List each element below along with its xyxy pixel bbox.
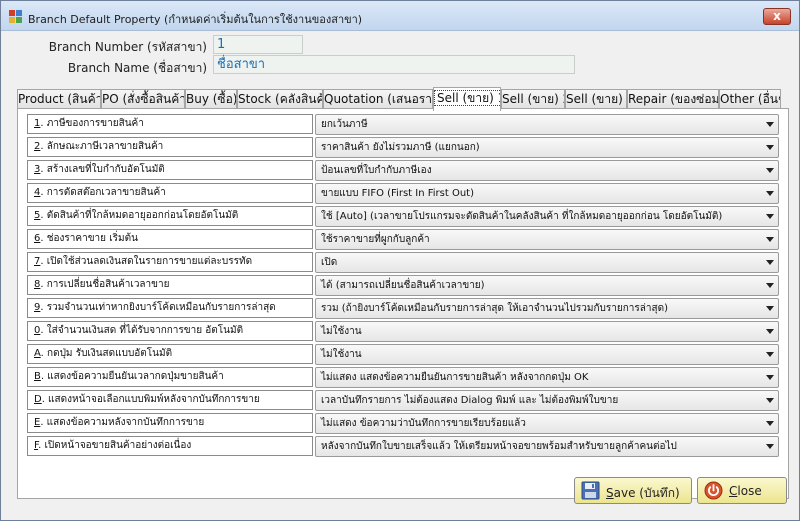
branch-name-label: Branch Name (ชื่อสาขา) [67,61,207,75]
chevron-down-icon [766,260,774,265]
setting-label-auto-cash-amount: 0. ใส่จำนวนเงินสด ที่ได้รับจากการขาย อัต… [27,321,313,341]
setting-label-merge-barcode: 9. รวมจำนวนเท่าหากยิงบาร์โค้ดเหมือนกับรา… [27,298,313,318]
chevron-down-icon [766,168,774,173]
save-button[interactable]: Save (บันทึก) [574,477,692,504]
setting-select-tax-type[interactable]: ราคาสินค้า ยังไม่รวมภาษี (แยกนอก) [315,137,779,158]
chevron-down-icon [766,421,774,426]
floppy-disk-icon [581,481,600,500]
setting-label-sales-tax: 1. ภาษีของการขายสินค้า [27,114,313,134]
setting-select-auto-cash-amount[interactable]: ไม่ใช้งาน [315,321,779,342]
setting-select-auto-receive-cash[interactable]: ไม่ใช้งาน [315,344,779,365]
setting-label-after-save-message: E. แสดงข้อความหลังจากบันทึกการขาย [27,413,313,433]
title-bar: Branch Default Property (กำหนดค่าเริ่มต้… [1,1,799,31]
setting-label-default-price: 6. ช่องราคาขาย เริ่มต้น [27,229,313,249]
tab-product[interactable]: Product (สินค้า) [17,89,101,109]
chevron-down-icon [766,352,774,357]
window-close-button[interactable]: x [763,8,791,25]
setting-select-rename-product[interactable]: ได้ (สามารถเปลี่ยนชื่อสินค้าเวลาขาย) [315,275,779,296]
setting-select-confirm-message[interactable]: ไม่แสดง แสดงข้อความยืนยันการขายสินค้า หล… [315,367,779,388]
setting-label-expiry-first: 5. ตัดสินค้าที่ใกล้หมดอายุออกก่อนโดยอัตโ… [27,206,313,226]
chevron-down-icon [766,214,774,219]
tab-stock[interactable]: Stock (คลังสินค้า) [237,89,323,109]
chevron-down-icon [766,375,774,380]
setting-label-tax-type: 2. ลักษณะภาษีเวลาขายสินค้า [27,137,313,157]
save-button-label: Save (บันทึก) [606,486,680,500]
chevron-down-icon [766,145,774,150]
branch-name-field: ชื่อสาขา [213,55,575,74]
setting-select-sales-tax[interactable]: ยกเว้นภาษี [315,114,779,135]
power-icon [704,481,723,500]
tab-po[interactable]: PO (สั่งซื้อสินค้า) [101,89,185,109]
sell-1-panel: 1. ภาษีของการขายสินค้า ยกเว้นภาษี 2. ลัก… [17,108,789,499]
branch-number-field: 1 [213,35,303,54]
chevron-down-icon [766,444,774,449]
setting-label-invoice-number: 3. สร้างเลขที่ใบกำกับอัตโนมัติ [27,160,313,180]
tab-other[interactable]: Other (อื่นๆ) [719,89,781,109]
setting-select-line-discount[interactable]: เปิด [315,252,779,273]
setting-select-default-price[interactable]: ใช้ราคาขายที่ผูกกับลูกค้า [315,229,779,250]
setting-select-continuous-sell[interactable]: หลังจากบันทึกใบขายเสร็จแล้ว ให้เตรียมหน้… [315,436,779,457]
tab-buy[interactable]: Buy (ซื้อ) [185,89,237,109]
setting-label-confirm-message: B. แสดงข้อความยืนยันเวลากดปุ่มขายสินค้า [27,367,313,387]
tab-repair[interactable]: Repair (ของซ่อม) [627,89,719,109]
chevron-down-icon [766,398,774,403]
setting-select-after-save-message[interactable]: ไม่แสดง ข้อความว่าบันทึกการขายเรียบร้อยแ… [315,413,779,434]
setting-select-print-dialog[interactable]: เวลาบันทึกรายการ ไม่ต้องแสดง Dialog พิมพ… [315,390,779,411]
tab-quotation[interactable]: Quotation (เสนอราคา) [323,89,433,109]
chevron-down-icon [766,191,774,196]
chevron-down-icon [766,283,774,288]
setting-label-line-discount: 7. เปิดใช้ส่วนลดเงินสดในรายการขายแต่ละบร… [27,252,313,272]
chevron-down-icon [766,237,774,242]
setting-select-merge-barcode[interactable]: รวม (ถ้ายิงบาร์โค้ดเหมือนกับรายการล่าสุด… [315,298,779,319]
setting-select-invoice-number[interactable]: ป้อนเลขที่ใบกำกับภาษีเอง [315,160,779,181]
close-button[interactable]: Close [697,477,787,504]
setting-label-stock-cut: 4. การตัดสต๊อกเวลาขายสินค้า [27,183,313,203]
setting-label-continuous-sell: F. เปิดหน้าจอขายสินค้าอย่างต่อเนื่อง [27,436,313,456]
setting-label-auto-receive-cash: A. กดปุ่ม รับเงินสดแบบอัตโนมัติ [27,344,313,364]
chevron-down-icon [766,329,774,334]
branch-default-property-window: Branch Default Property (กำหนดค่าเริ่มต้… [0,0,800,521]
close-button-label: Close [729,484,762,498]
tab-sell-1[interactable]: Sell (ขาย) 1 [433,87,501,111]
branch-number-label: Branch Number (รหัสสาขา) [48,40,207,54]
setting-label-print-dialog: D. แสดงหน้าจอเลือกแบบพิมพ์หลังจากบันทึกก… [27,390,313,410]
chevron-down-icon [766,122,774,127]
setting-select-stock-cut[interactable]: ขายแบบ FIFO (First In First Out) [315,183,779,204]
setting-select-expiry-first[interactable]: ใช้ [Auto] (เวลาขายโปรแกรมจะตัดสินค้าในค… [315,206,779,227]
setting-label-rename-product: 8. การเปลี่ยนชื่อสินค้าเวลาขาย [27,275,313,295]
window-title: Branch Default Property (กำหนดค่าเริ่มต้… [28,13,363,26]
client-area: Branch Number (รหัสสาขา) 1 Branch Name (… [7,31,793,517]
tab-sell-3[interactable]: Sell (ขาย) 3 [565,89,627,109]
tab-sell-2[interactable]: Sell (ขาย) 2 [501,89,565,109]
chevron-down-icon [766,306,774,311]
app-icon [9,10,22,23]
